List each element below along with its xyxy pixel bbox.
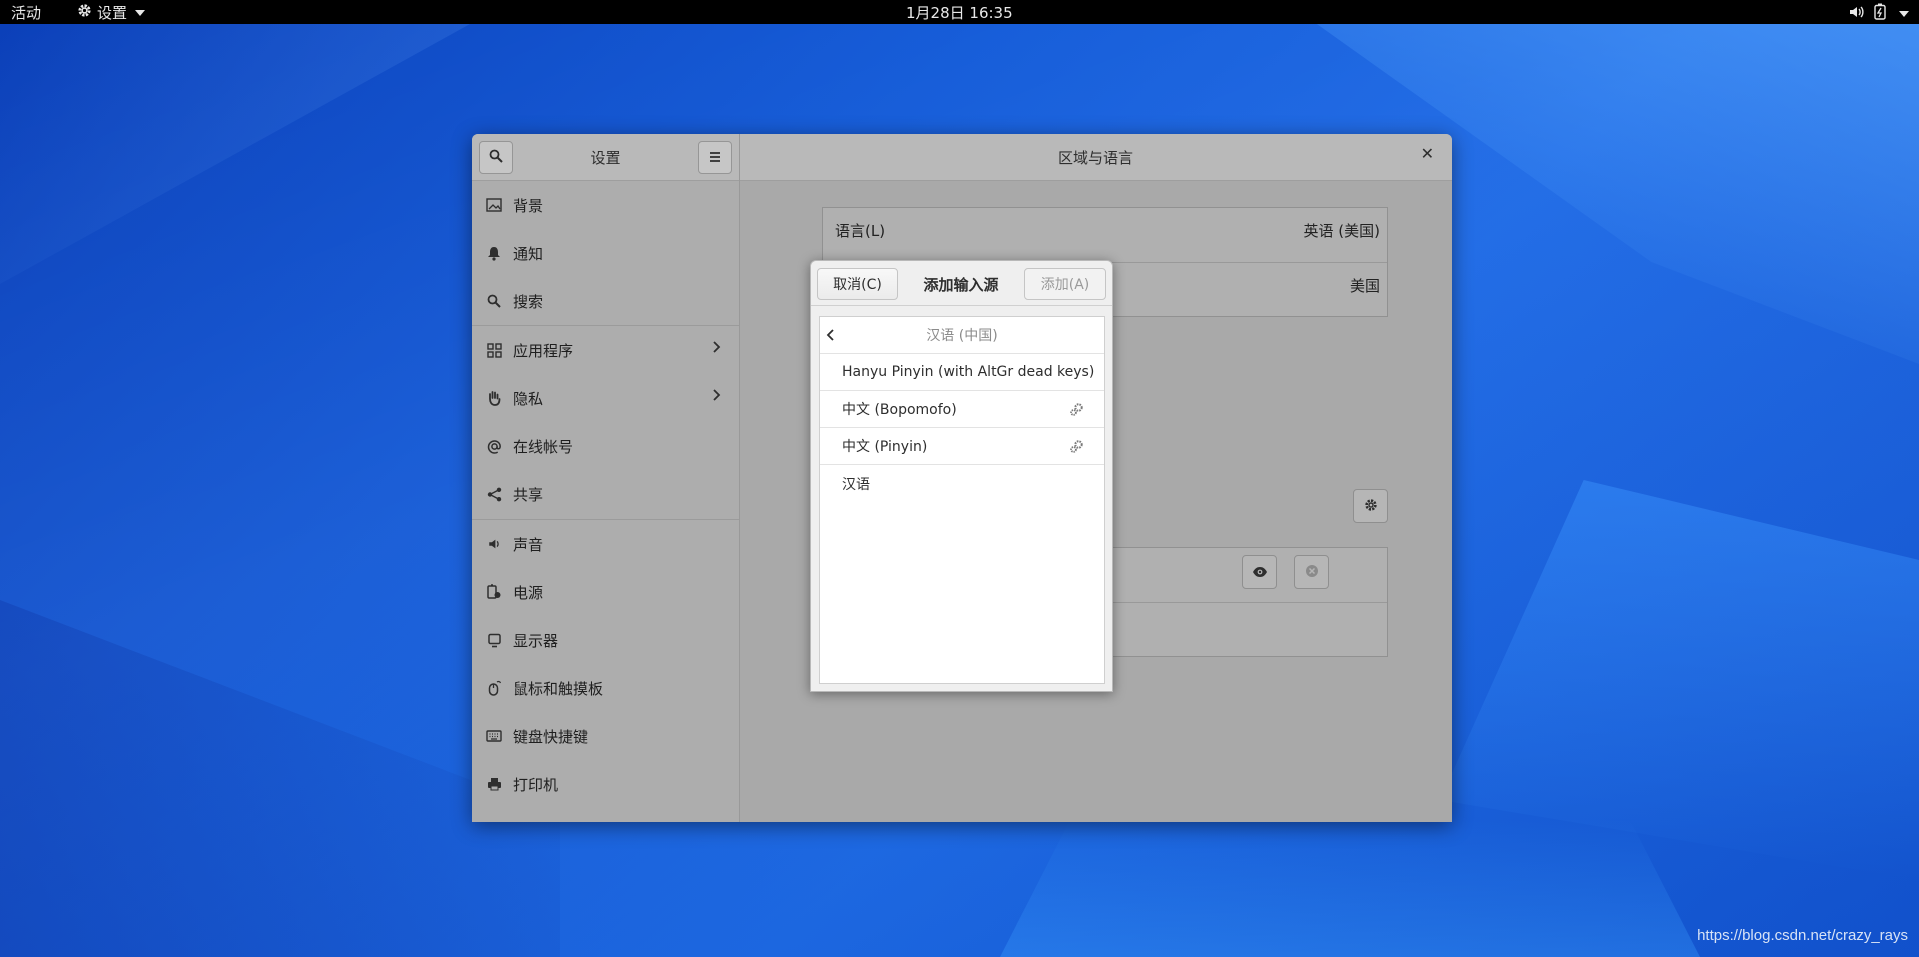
search-icon [485,292,503,310]
show-layout-button[interactable] [1242,555,1277,589]
system-tray[interactable] [1848,3,1909,24]
list-item[interactable]: Hanyu Pinyin (with AltGr dead keys) [820,354,1104,391]
wallpaper-facet [1000,820,1700,957]
app-menu-label: 设置 [97,4,128,22]
image-icon [485,196,503,214]
list-item-label: 中文 (Bopomofo) [842,402,957,418]
remove-input-source-button[interactable] [1294,555,1329,589]
eye-icon [1252,563,1268,582]
hamburger-icon [709,148,721,167]
dialog-title: 添加输入源 [923,276,999,294]
sidebar-item-notifications[interactable]: 通知 [472,229,739,277]
at-icon [485,437,503,455]
top-bar: 活动 设置 1月28日 16:35 [0,0,1919,24]
list-header-back[interactable]: 汉语 (中国) [820,317,1104,354]
close-icon[interactable]: ✕ [1421,144,1434,163]
list-item[interactable]: 汉语 [820,465,1104,502]
settings-gears-icon [1069,439,1084,458]
list-item-label: 中文 (Pinyin) [842,439,928,455]
sidebar-item-label: 打印机 [513,775,559,794]
cancel-button[interactable]: 取消(C) [817,268,898,300]
language-value[interactable]: 英语 (美国) [1304,220,1380,241]
sidebar-item-printers[interactable]: 打印机 [472,760,739,808]
chevron-right-icon [712,388,721,406]
remove-icon [1305,563,1319,582]
clock[interactable]: 1月28日 16:35 [906,2,1013,23]
sidebar-item-sharing[interactable]: 共享 [472,470,739,518]
sidebar-item-label: 键盘快捷键 [513,727,589,746]
chevron-down-icon [1899,10,1909,17]
mouse-icon [485,679,503,697]
panel-title: 区域与语言 [1057,149,1133,167]
list-item[interactable]: 中文 (Pinyin) [820,428,1104,465]
sidebar-item-search[interactable]: 搜索 [472,277,739,325]
sidebar-item-label: 显示器 [513,631,559,650]
printer-icon [485,775,503,793]
add-button[interactable]: 添加(A) [1024,268,1106,300]
display-icon [485,631,503,649]
sidebar-item-applications[interactable]: 应用程序 [472,326,739,374]
sidebar-item-label: 背景 [513,196,544,215]
gear-icon [1364,497,1378,516]
sidebar-item-label: 应用程序 [513,341,574,360]
chevron-down-icon [135,9,146,16]
volume-icon [1848,4,1864,24]
dialog-header: 取消(C) 添加输入源 添加(A) [811,261,1112,306]
hand-icon [485,389,503,407]
chevron-right-icon [712,340,721,358]
battery-icon [1874,3,1886,24]
sidebar-item-keyboard-shortcuts[interactable]: 键盘快捷键 [472,712,739,760]
sidebar-item-sound[interactable]: 声音 [472,520,739,568]
sidebar-item-label: 声音 [513,535,544,554]
formats-value[interactable]: 美国 [1350,275,1380,296]
power-icon [485,583,503,601]
watermark-text: https://blog.csdn.net/crazy_rays [1697,927,1908,944]
sidebar-item-online-accounts[interactable]: 在线帐号 [472,422,739,470]
sidebar-item-background[interactable]: 背景 [472,181,739,229]
input-source-options-button[interactable] [1353,489,1388,523]
sidebar-item-label: 鼠标和触摸板 [513,679,604,698]
sidebar-item-label: 隐私 [513,389,544,408]
sidebar-item-power[interactable]: 电源 [472,568,739,616]
sidebar-item-label: 电源 [513,583,544,602]
sidebar: 背景 通知 搜索 应用程序 隐私 在线帐号 共享 声音 电源 显示器 鼠标和触摸… [472,181,739,822]
sidebar-item-label: 在线帐号 [513,437,574,456]
list-header-label: 汉语 (中国) [926,328,998,344]
activities-button[interactable]: 活动 [11,2,41,23]
apps-grid-icon [485,341,503,359]
keyboard-icon [485,727,503,745]
share-icon [485,485,503,503]
language-label[interactable]: 语言(L) [835,220,885,241]
list-item-label: Hanyu Pinyin (with AltGr dead keys) [842,364,1095,380]
list-item-label: 汉语 [842,476,870,493]
sidebar-item-label: 通知 [513,244,544,263]
add-input-source-dialog: 取消(C) 添加输入源 添加(A) 汉语 (中国) Hanyu Pinyin (… [810,260,1113,692]
menu-button[interactable] [698,141,732,174]
gear-icon [77,3,92,22]
list-item[interactable]: 中文 (Bopomofo) [820,391,1104,428]
settings-gears-icon [1069,402,1084,421]
sidebar-item-displays[interactable]: 显示器 [472,616,739,664]
sidebar-item-label: 搜索 [513,292,544,311]
header-bar: 设置 区域与语言 ✕ [472,134,1452,181]
sidebar-item-privacy[interactable]: 隐私 [472,374,739,422]
sidebar-item-label: 共享 [513,485,544,504]
input-source-list: 汉语 (中国) Hanyu Pinyin (with AltGr dead ke… [819,316,1105,684]
speaker-icon [485,535,503,553]
bell-icon [485,244,503,262]
sidebar-item-mouse-touchpad[interactable]: 鼠标和触摸板 [472,664,739,712]
app-menu[interactable]: 设置 [77,2,146,23]
